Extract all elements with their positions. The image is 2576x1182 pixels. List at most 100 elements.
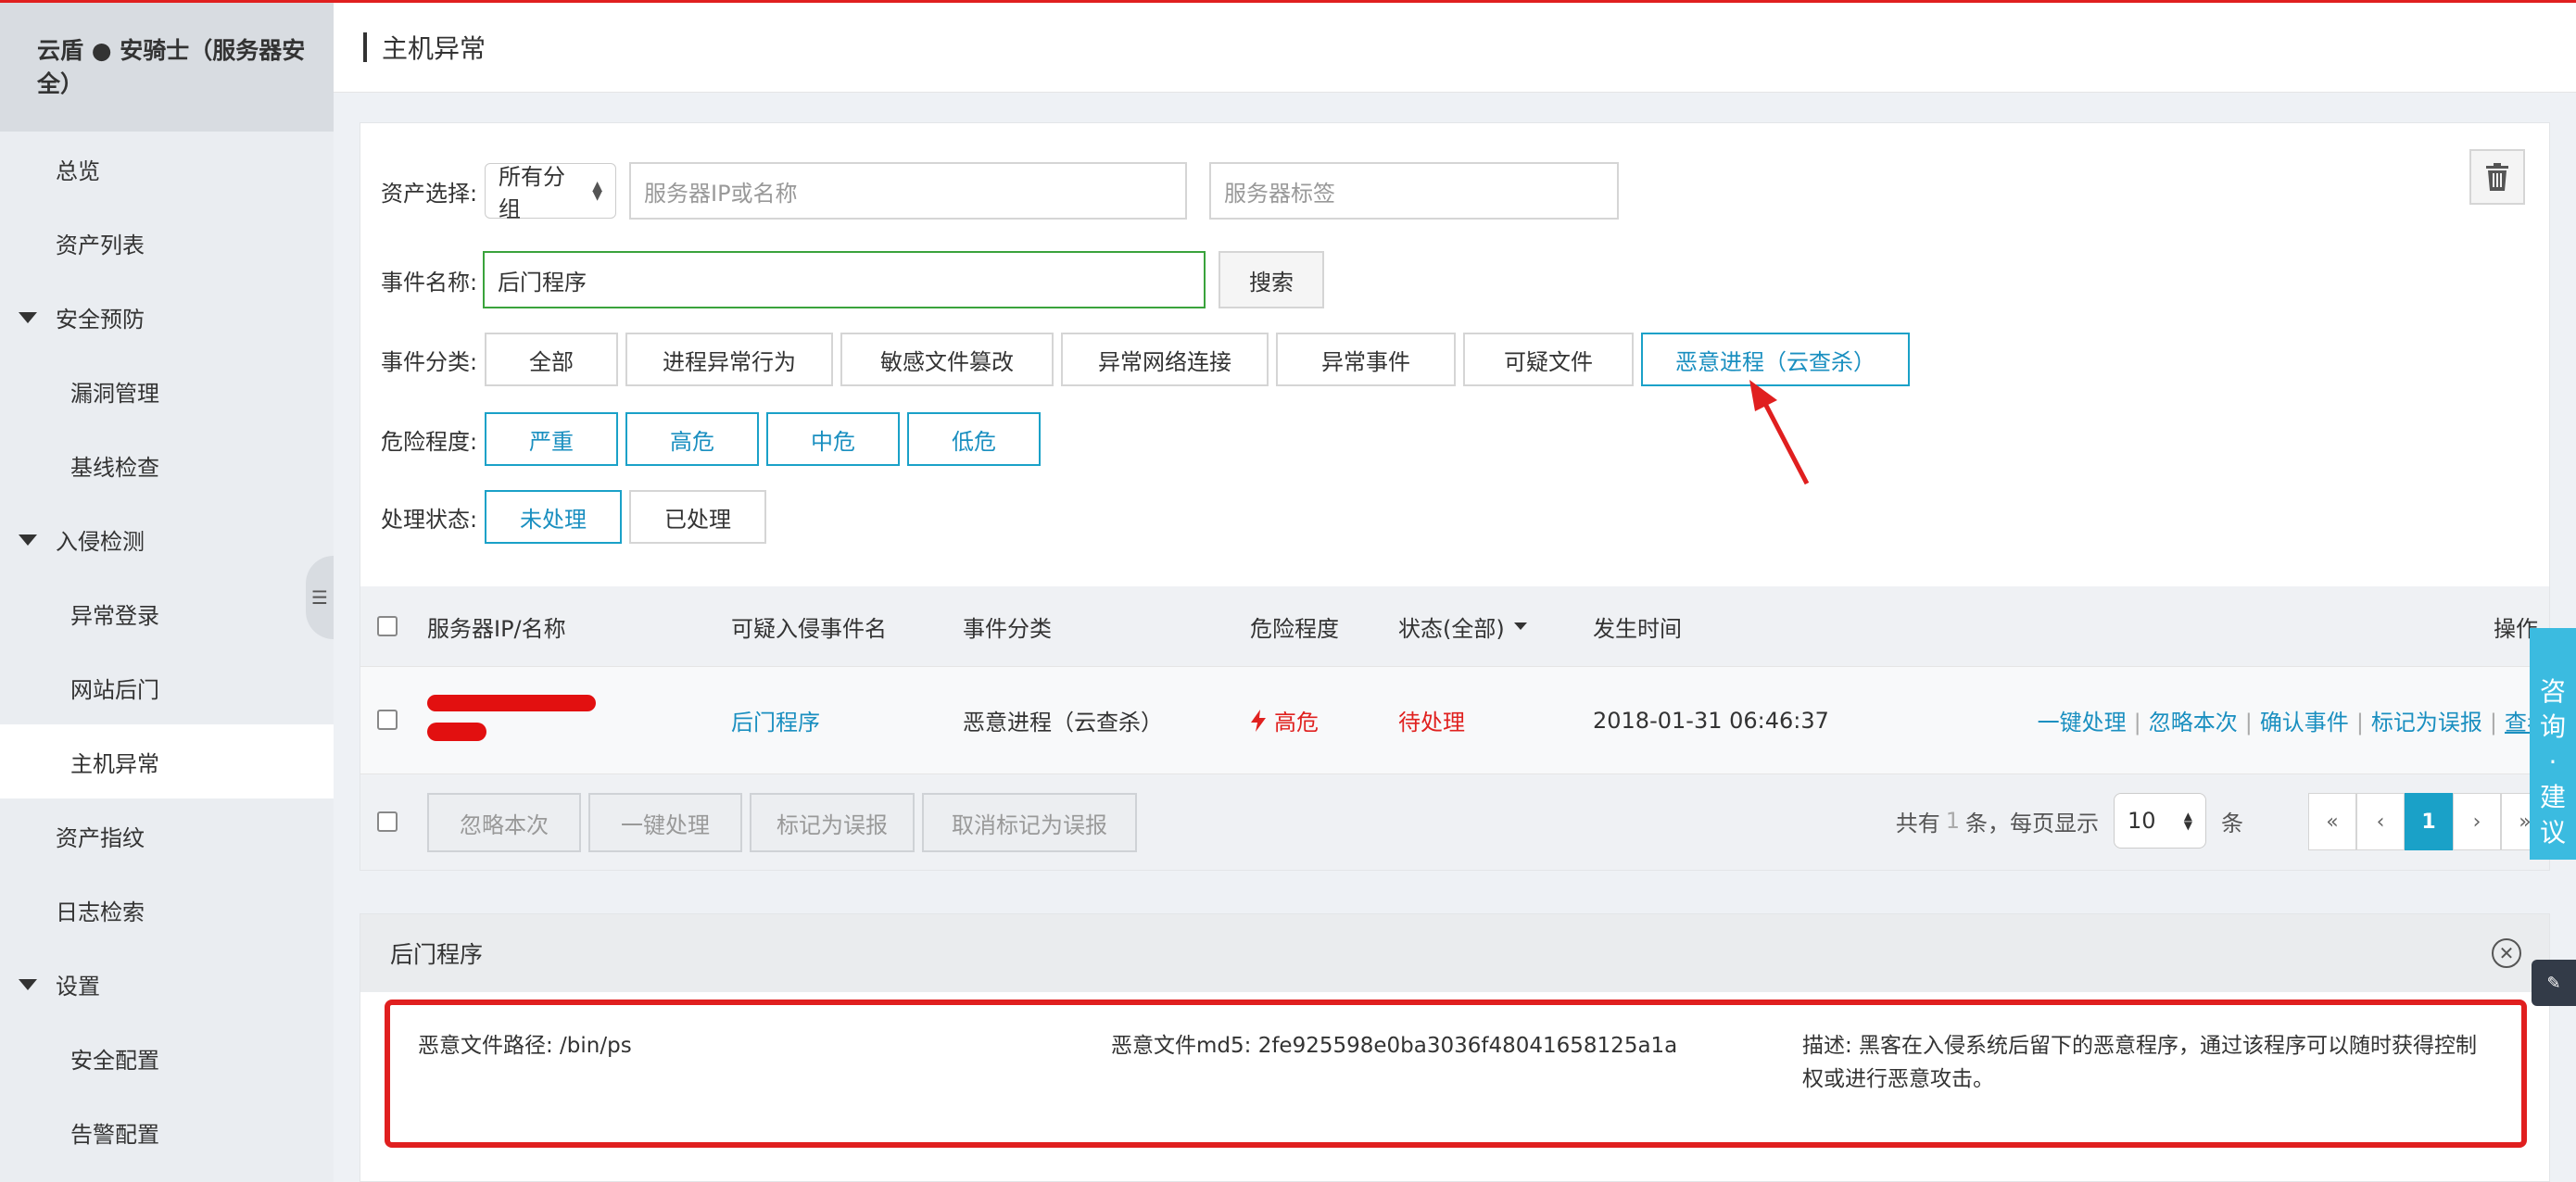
malware-md5: 恶意文件md5: 2fe925598e0ba3036f48041658125a1… (1111, 1034, 1678, 1058)
category-label: 事件分类: (381, 348, 478, 375)
action-separator: | (2355, 710, 2364, 736)
event-name-link[interactable]: 后门程序 (731, 704, 820, 736)
row-action-link[interactable]: 一键处理 (2038, 710, 2127, 736)
event-name-input[interactable]: 后门程序 (483, 251, 1206, 308)
collapse-icon: ☰ (311, 586, 328, 609)
sidebar-item[interactable]: 安全配置 (0, 1021, 334, 1095)
total-suffix: 条 (2221, 810, 2243, 836)
sidebar-item[interactable]: 入侵检测 (0, 502, 334, 576)
bulk-action-button[interactable]: 取消标记为误报 (922, 793, 1137, 852)
filter-panel: 资产选择: 所有分组 ▲ ▼ 服务器IP或名称 服务器标签 事件名称: 后门程序 … (360, 122, 2550, 871)
caret-down-icon (1513, 622, 1527, 630)
server-ip-input[interactable]: 服务器IP或名称 (629, 162, 1187, 220)
table-row: 后门程序 恶意进程（云查杀） 高危 待处理 2018-01-31 06:46:3… (360, 666, 2549, 773)
col-event-name: 可疑入侵事件名 (731, 615, 887, 642)
sidebar-item-label: 资产列表 (56, 232, 145, 258)
page-size-select[interactable]: 10 ▲ ▼ (2114, 793, 2206, 849)
status-chip[interactable]: 未处理 (485, 490, 622, 544)
category-chip[interactable]: 敏感文件篡改 (840, 333, 1054, 386)
caret-down-icon (19, 979, 37, 990)
malware-path: 恶意文件路径: /bin/ps (418, 1034, 632, 1058)
sidebar-item[interactable]: 基线检查 (0, 428, 334, 502)
asset-filter-row: 资产选择: 所有分组 ▲ ▼ 服务器IP或名称 服务器标签 (381, 162, 1619, 222)
sidebar-item[interactable]: 日志检索 (0, 873, 334, 947)
page-title: 主机异常 (382, 33, 486, 64)
bulk-action-button[interactable]: 标记为误报 (750, 793, 915, 852)
select-arrows-icon: ▲ ▼ (592, 179, 602, 203)
category-chip[interactable]: 进程异常行为 (625, 333, 833, 386)
severity-chip[interactable]: 中危 (766, 412, 900, 466)
server-tag-input[interactable]: 服务器标签 (1209, 162, 1619, 220)
category-chip[interactable]: 全部 (485, 333, 618, 386)
sidebar-item[interactable]: 网站后门 (0, 650, 334, 724)
event-label: 事件名称: (381, 269, 478, 296)
row-checkbox[interactable] (377, 710, 398, 730)
select-all-checkbox[interactable] (377, 616, 398, 636)
col-severity: 危险程度 (1250, 615, 1339, 642)
trash-icon (2486, 163, 2508, 191)
group-select[interactable]: 所有分组 ▲ ▼ (485, 163, 616, 222)
sidebar-item[interactable]: 安全预防 (0, 280, 334, 354)
severity-badge: 高危 (1250, 704, 1319, 736)
search-button[interactable]: 搜索 (1219, 251, 1324, 308)
col-category: 事件分类 (963, 615, 1052, 642)
row-action-link[interactable]: 忽略本次 (2149, 710, 2238, 736)
sidebar-item[interactable]: 资产指纹 (0, 798, 334, 873)
sidebar-collapse-toggle[interactable]: ☰ (306, 556, 334, 639)
bulk-action-button[interactable]: 一键处理 (588, 793, 742, 852)
consult-char: · (2548, 747, 2557, 777)
row-action-link[interactable]: 确认事件 (2260, 710, 2349, 736)
total-middle: 条，每页显示 (1965, 810, 2099, 836)
page-current[interactable]: 1 (2405, 793, 2453, 850)
sidebar-item[interactable]: 主机异常 (0, 724, 334, 798)
sidebar-item[interactable]: 异常登录 (0, 576, 334, 650)
close-icon: ✕ (2498, 942, 2515, 964)
sidebar-item[interactable]: 资产列表 (0, 206, 334, 280)
page-next-button[interactable]: › (2453, 793, 2501, 850)
sidebar-item-label: 异常登录 (70, 602, 159, 629)
brand-title: 云盾 ● 安骑士（服务器安全） (0, 0, 334, 132)
action-separator: | (2244, 710, 2253, 736)
severity-chip[interactable]: 高危 (625, 412, 759, 466)
table-header: 服务器IP/名称 可疑入侵事件名 事件分类 危险程度 状态(全部) 发生时间 操… (360, 586, 2549, 666)
category-chip[interactable]: 恶意进程（云查杀） (1641, 333, 1910, 386)
sidebar-item[interactable]: 漏洞管理 (0, 354, 334, 428)
malware-description: 描述: 黑客在入侵系统后留下的恶意程序，通过该程序可以随时获得控制权或进行恶意攻… (1802, 1034, 2478, 1091)
close-button[interactable]: ✕ (2492, 938, 2521, 968)
col-status-label: 状态(全部) (1398, 615, 1505, 642)
severity-filter-row: 危险程度: 严重 高危 中危 低危 (381, 412, 1048, 466)
consult-feedback-button[interactable]: 咨询 · 建议 (2530, 628, 2576, 860)
floating-tool-button[interactable]: ✎ (2532, 960, 2576, 1006)
asset-label: 资产选择: (381, 180, 478, 207)
severity-chip[interactable]: 低危 (907, 412, 1041, 466)
status-chips: 未处理 已处理 (485, 490, 774, 544)
bulk-action-button[interactable]: 忽略本次 (427, 793, 581, 852)
severity-chip[interactable]: 严重 (485, 412, 618, 466)
sidebar-item-label: 告警配置 (70, 1121, 159, 1148)
row-action-link[interactable]: 标记为误报 (2371, 710, 2482, 736)
action-separator: | (2133, 710, 2141, 736)
sidebar-nav: 总览资产列表安全预防 漏洞管理 基线检查 入侵检测异常登录网站后门 主机异常 资产指纹 日志… (0, 132, 334, 1169)
page-prev-button[interactable]: ‹ (2356, 793, 2405, 850)
event-table: 服务器IP/名称 可疑入侵事件名 事件分类 危险程度 状态(全部) 发生时间 操… (360, 586, 2549, 870)
sidebar-item[interactable]: 设置 (0, 947, 334, 1021)
page-first-button[interactable]: « (2308, 793, 2356, 850)
sidebar-item[interactable]: 总览 (0, 132, 334, 206)
detail-header: 后门程序 ✕ (360, 914, 2549, 992)
sidebar-item-label: 总览 (56, 157, 100, 184)
col-status-filter[interactable]: 状态(全部) (1398, 610, 1527, 643)
consult-char: 咨 (2539, 676, 2566, 707)
status-filter-row: 处理状态: 未处理 已处理 (381, 490, 774, 544)
severity-chips: 严重 高危 中危 低危 (485, 412, 1048, 466)
category-chip[interactable]: 可疑文件 (1463, 333, 1634, 386)
category-chip[interactable]: 异常事件 (1276, 333, 1456, 386)
total-count: 1 (1945, 808, 1960, 834)
status-chip[interactable]: 已处理 (629, 490, 766, 544)
delete-button[interactable] (2469, 149, 2525, 205)
category-chip[interactable]: 异常网络连接 (1061, 333, 1269, 386)
footer-select-all-checkbox[interactable] (377, 811, 398, 832)
caret-down-icon (19, 534, 37, 546)
annotation-arrow (1749, 380, 1810, 485)
sidebar-item[interactable]: 告警配置 (0, 1095, 334, 1169)
sidebar-item-label: 安全配置 (70, 1047, 159, 1074)
